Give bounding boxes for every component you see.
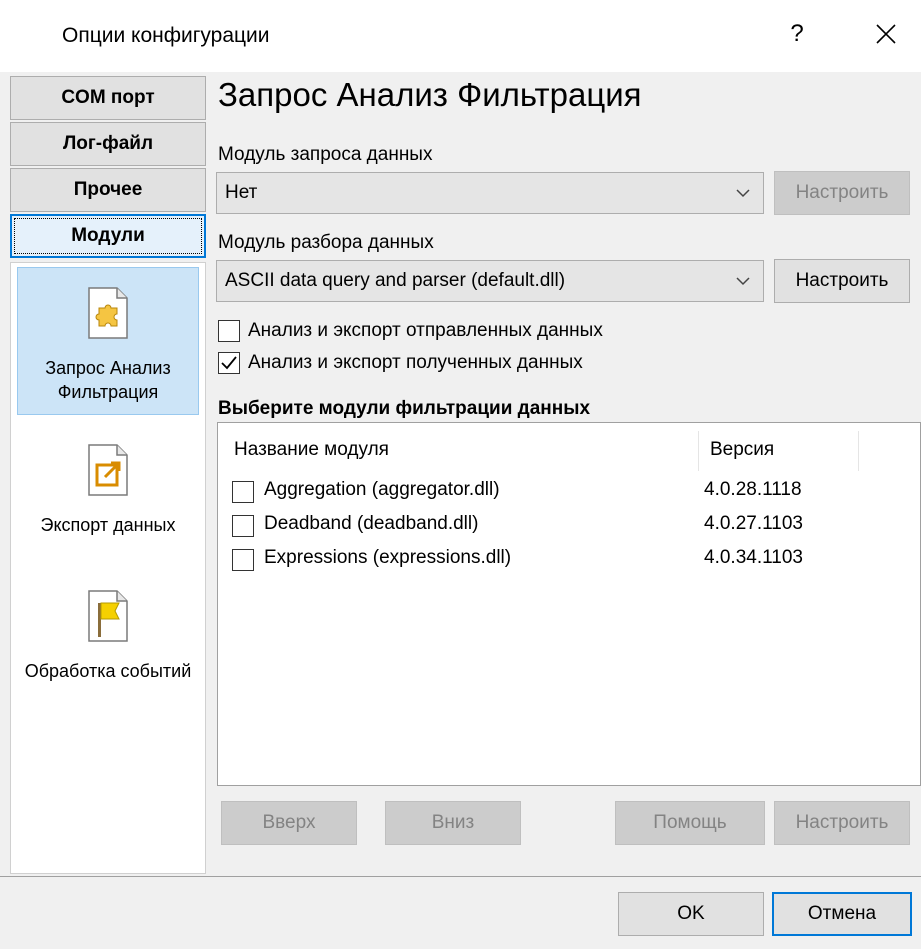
- sent-data-label: Анализ и экспорт отправленных данных: [248, 320, 603, 341]
- query-module-value: Нет: [225, 182, 258, 203]
- help-button[interactable]: ?: [782, 20, 812, 48]
- close-icon[interactable]: [868, 16, 904, 52]
- module-name: Deadband (deadband.dll): [264, 513, 479, 534]
- nav-item-data-export[interactable]: Экспорт данных: [17, 439, 199, 579]
- column-header-version[interactable]: Версия: [710, 439, 774, 461]
- nav-button-log-file[interactable]: Лог-файл: [10, 122, 206, 166]
- received-data-checkbox[interactable]: [218, 352, 240, 374]
- module-name: Expressions (expressions.dll): [264, 547, 512, 568]
- sent-data-checkbox[interactable]: [218, 320, 240, 342]
- query-module-select[interactable]: Нет: [216, 172, 764, 214]
- nav-item-label: Обработка событий: [24, 661, 192, 681]
- module-version: 4.0.27.1103: [704, 513, 803, 534]
- nav-button-other[interactable]: Прочее: [10, 168, 206, 212]
- configure-filter-button[interactable]: Настроить: [774, 801, 910, 845]
- nav-item-label: Запрос Анализ Фильтрация: [45, 358, 171, 402]
- column-header-name[interactable]: Название модуля: [234, 439, 389, 461]
- filter-modules-list[interactable]: Название модуля Версия Aggregation (aggr…: [217, 422, 921, 786]
- move-down-button[interactable]: Вниз: [385, 801, 521, 845]
- module-version: 4.0.34.1103: [704, 547, 803, 568]
- table-row[interactable]: Expressions (expressions.dll) 4.0.34.110…: [218, 543, 918, 577]
- column-separator: [858, 431, 859, 471]
- table-row[interactable]: Deadband (deadband.dll) 4.0.27.1103: [218, 509, 918, 543]
- module-nav-panel: Запрос Анализ Фильтрация Экспорт данных: [10, 262, 206, 874]
- filter-section-title: Выберите модули фильтрации данных: [218, 398, 591, 419]
- column-separator: [698, 431, 699, 471]
- received-data-label: Анализ и экспорт полученных данных: [248, 352, 583, 373]
- parser-module-select[interactable]: ASCII data query and parser (default.dll…: [216, 260, 764, 302]
- query-module-label: Модуль запроса данных: [218, 144, 433, 165]
- footer-divider: [0, 876, 921, 877]
- parser-module-label: Модуль разбора данных: [218, 232, 434, 253]
- nav-button-modules[interactable]: Модули: [10, 214, 206, 258]
- nav-item-event-handling[interactable]: Обработка событий: [17, 585, 199, 725]
- help-module-button[interactable]: Помощь: [615, 801, 765, 845]
- puzzle-document-icon: [18, 286, 198, 346]
- flag-icon: [17, 589, 199, 649]
- export-document-icon: [17, 443, 199, 503]
- nav-button-com-port[interactable]: COM порт: [10, 76, 206, 120]
- parser-configure-button[interactable]: Настроить: [774, 259, 910, 303]
- config-options-dialog: Опции конфигурации ? COM порт Лог-файл П…: [0, 0, 921, 949]
- row-checkbox[interactable]: [232, 481, 254, 503]
- module-version: 4.0.28.1118: [704, 479, 802, 500]
- query-configure-button[interactable]: Настроить: [774, 171, 910, 215]
- nav-item-label: Экспорт данных: [40, 515, 176, 535]
- ok-button[interactable]: OK: [618, 892, 764, 936]
- window-title: Опции конфигурации: [62, 24, 270, 47]
- cancel-button[interactable]: Отмена: [772, 892, 912, 936]
- chevron-down-icon: [735, 273, 751, 295]
- checkmark-icon: [221, 356, 237, 370]
- title-bar: Опции конфигурации ?: [0, 0, 921, 72]
- move-up-button[interactable]: Вверх: [221, 801, 357, 845]
- chevron-down-icon: [735, 185, 751, 207]
- module-name: Aggregation (aggregator.dll): [264, 479, 500, 500]
- row-checkbox[interactable]: [232, 549, 254, 571]
- parser-module-value: ASCII data query and parser (default.dll…: [225, 270, 566, 291]
- page-title: Запрос Анализ Фильтрация: [218, 76, 642, 113]
- row-checkbox[interactable]: [232, 515, 254, 537]
- table-row[interactable]: Aggregation (aggregator.dll) 4.0.28.1118: [218, 475, 918, 509]
- nav-item-query-parse-filter[interactable]: Запрос Анализ Фильтрация: [17, 267, 199, 415]
